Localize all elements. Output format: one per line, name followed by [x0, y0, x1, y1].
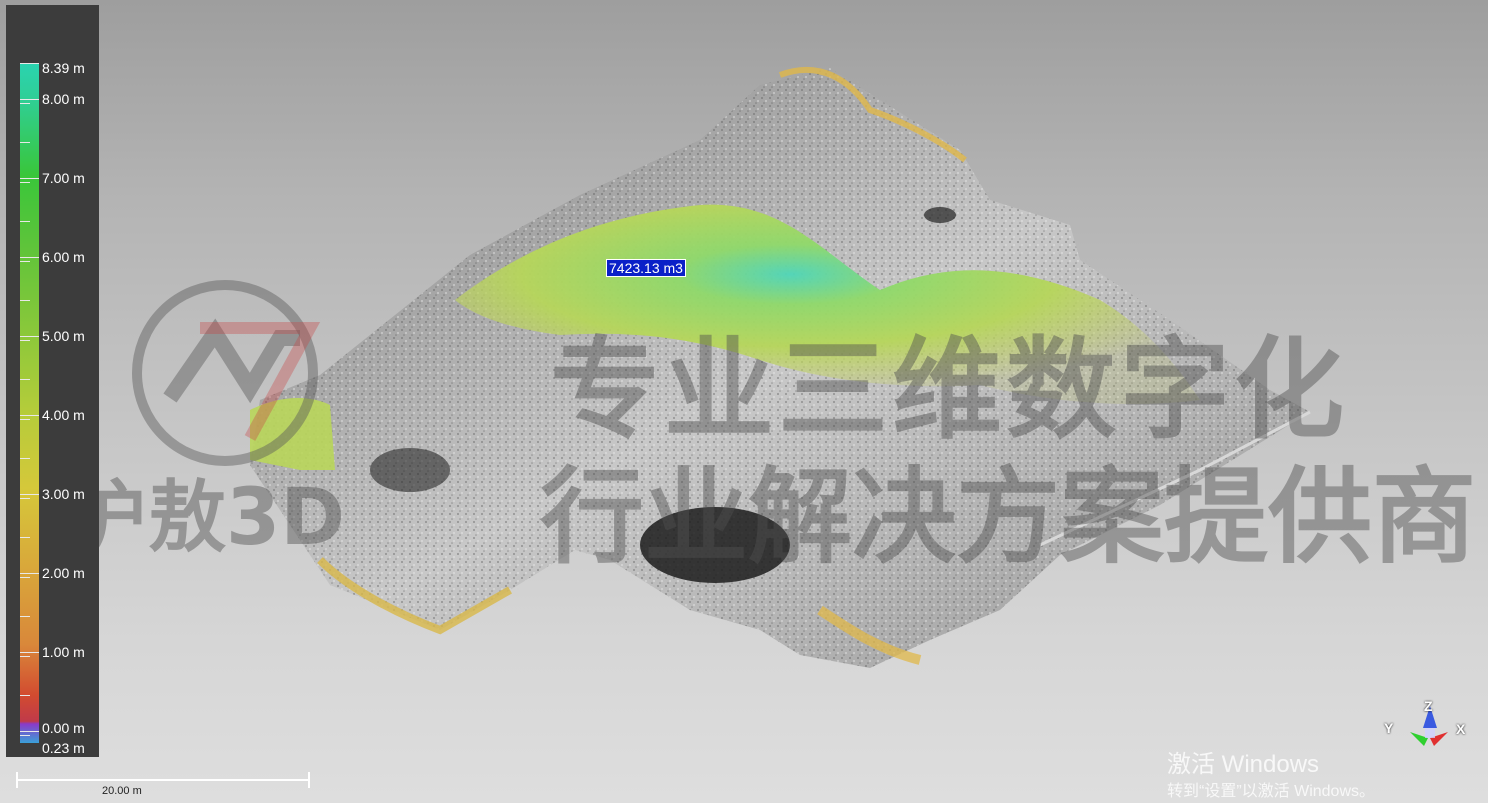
legend-minor-tick [20, 182, 30, 183]
color-scale-bar [20, 63, 39, 743]
legend-label-4: 4.00 m [42, 407, 85, 423]
legend-minor-tick [20, 537, 30, 538]
legend-minor-tick [20, 498, 30, 499]
legend-minor-tick [20, 340, 30, 341]
color-scale-legend: 8.39 m 8.00 m 7.00 m 6.00 m 5.00 m 4.00 … [6, 5, 99, 757]
legend-major-tick [20, 573, 39, 574]
legend-label-1: 1.00 m [42, 644, 85, 660]
watermark-logo [132, 280, 321, 466]
legend-minor-tick [20, 695, 30, 696]
legend-minor-tick [20, 616, 30, 617]
scale-bar [16, 770, 312, 792]
axis-z-label: Z [1424, 698, 1433, 714]
legend-label-max: 8.39 m [42, 60, 85, 76]
dark-pit-top [924, 207, 956, 223]
axis-y-label: Y [1384, 720, 1394, 736]
watermark-line2: 行业解决方案提供商 [540, 456, 1477, 578]
scale-bar-label: 20.00 m [102, 785, 142, 797]
windows-activation-title: 激活 Windows [1167, 751, 1320, 778]
legend-minor-tick [20, 142, 30, 143]
legend-label-7: 7.00 m [42, 170, 85, 186]
legend-minor-tick [20, 221, 30, 222]
legend-label-8: 8.00 m [42, 91, 85, 107]
legend-label-2: 2.00 m [42, 565, 85, 581]
legend-minor-tick [20, 656, 30, 657]
legend-minor-tick [20, 419, 30, 420]
legend-major-tick [20, 178, 39, 179]
axis-triad[interactable]: Z Y X [1380, 698, 1470, 758]
legend-major-tick [20, 731, 39, 732]
legend-label-min: 0.23 m [42, 740, 85, 756]
legend-minor-tick [20, 300, 30, 301]
legend-label-5: 5.00 m [42, 328, 85, 344]
dark-pit-left [370, 448, 450, 492]
legend-major-tick [20, 494, 39, 495]
legend-label-3: 3.00 m [42, 486, 85, 502]
legend-minor-tick [20, 577, 30, 578]
legend-minor-tick [20, 103, 30, 104]
windows-activation-subtitle[interactable]: 转到“设置”以激活 Windows。 [1167, 777, 1375, 801]
watermark-brand: 沪敖3D [70, 473, 346, 563]
volume-label[interactable]: 7423.13 m3 [606, 259, 686, 277]
legend-minor-tick [20, 379, 30, 380]
legend-major-tick [20, 99, 39, 100]
legend-minor-tick [20, 261, 30, 262]
3d-viewport[interactable]: 沪敖3D 专业三维数字化 行业解决方案提供商 7423.13 m3 [0, 0, 1488, 803]
legend-label-0: 0.00 m [42, 720, 85, 736]
legend-major-tick [20, 415, 39, 416]
legend-minor-tick [20, 458, 30, 459]
legend-major-tick [20, 652, 39, 653]
legend-minor-tick [20, 63, 30, 64]
legend-label-6: 6.00 m [42, 249, 85, 265]
axis-x-label: X [1456, 721, 1466, 737]
legend-minor-tick [20, 735, 30, 736]
legend-major-tick [20, 257, 39, 258]
legend-major-tick [20, 336, 39, 337]
